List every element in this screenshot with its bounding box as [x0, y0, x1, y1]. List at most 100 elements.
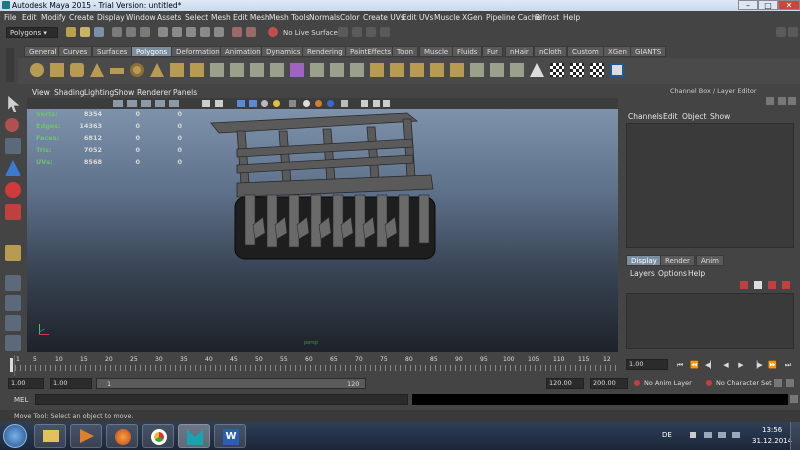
minimize-button[interactable]: –: [738, 0, 758, 10]
maya-taskbar-icon[interactable]: [178, 424, 210, 448]
smooth-shade-icon[interactable]: [155, 100, 165, 107]
ipr-render-icon[interactable]: [366, 27, 376, 37]
poly-sphere-icon[interactable]: [30, 63, 44, 77]
word-taskbar-icon[interactable]: W: [214, 424, 246, 448]
step-forward-frame-icon[interactable]: ▕▶: [752, 361, 763, 369]
play-backwards-icon[interactable]: ◀: [722, 361, 730, 369]
cb-toggle-icon[interactable]: [788, 97, 796, 105]
menu-color[interactable]: Color: [340, 13, 360, 22]
render-settings-icon[interactable]: [380, 27, 390, 37]
lasso-tool-icon[interactable]: [5, 118, 19, 132]
viewport-menu-renderer[interactable]: Renderer: [137, 88, 171, 97]
insert-edge-loop-icon[interactable]: [410, 63, 424, 77]
viewport-menu-lighting[interactable]: Lighting: [84, 88, 114, 97]
offset-edge-loop-icon[interactable]: [450, 63, 464, 77]
shelf-tab-polygons[interactable]: Polygons: [131, 46, 173, 57]
uv-layout-icon[interactable]: [570, 63, 584, 77]
command-language-label[interactable]: MEL: [14, 396, 28, 404]
go-to-start-icon[interactable]: ⏮: [676, 361, 684, 369]
cylindrical-mapping-icon[interactable]: [490, 63, 504, 77]
command-input[interactable]: [35, 394, 408, 405]
menu-create[interactable]: Create: [69, 13, 94, 22]
close-button[interactable]: ✕: [778, 0, 800, 10]
step-forward-key-icon[interactable]: ⏩: [768, 361, 777, 369]
menu-edit[interactable]: Edit: [22, 13, 37, 22]
isolate-select-icon[interactable]: [202, 100, 210, 107]
lighting-icon[interactable]: [261, 100, 268, 107]
shelf-tab-dynamics[interactable]: Dynamics: [261, 46, 306, 57]
camera-icon[interactable]: [113, 100, 123, 107]
smooth-icon[interactable]: [270, 63, 284, 77]
select-object-icon[interactable]: [126, 27, 136, 37]
show-desktop-button[interactable]: [790, 422, 800, 450]
select-by-face-icon[interactable]: [214, 27, 224, 37]
poly-cone-icon[interactable]: [90, 63, 104, 77]
poly-plane-icon[interactable]: [110, 68, 124, 74]
uv-editor-icon[interactable]: [610, 63, 624, 77]
shaded-icon[interactable]: [237, 100, 245, 107]
menu-file[interactable]: File: [4, 13, 17, 22]
firefox-taskbar-icon[interactable]: [106, 424, 138, 448]
viewport-menu-show[interactable]: Show: [114, 88, 134, 97]
live-surface-icon[interactable]: [268, 27, 278, 37]
layout-persp-outliner-icon[interactable]: [5, 315, 21, 331]
viewport-menu-shading[interactable]: Shading: [54, 88, 84, 97]
select-by-vertex-icon[interactable]: [186, 27, 196, 37]
menu-edit-uvs[interactable]: Edit UVs: [402, 13, 433, 22]
multisample-aa-icon[interactable]: [327, 100, 334, 107]
network-icon[interactable]: [704, 432, 712, 438]
layout-four-icon[interactable]: [5, 295, 21, 311]
layer-tab-anim[interactable]: Anim: [696, 255, 724, 266]
menu-create-uvs[interactable]: Create UVs: [363, 13, 405, 22]
layer-tab-display[interactable]: Display: [626, 255, 662, 266]
play-forwards-icon[interactable]: ▶: [737, 361, 745, 369]
shelf-tab-muscle[interactable]: Muscle: [419, 46, 454, 57]
chrome-taskbar-icon[interactable]: [142, 424, 174, 448]
share-icon[interactable]: [383, 100, 390, 107]
layout-persp-graph-icon[interactable]: [5, 335, 21, 351]
construction-history-icon[interactable]: [338, 27, 348, 37]
snap-grid-icon[interactable]: [232, 27, 242, 37]
menu-bifrost[interactable]: Bifrost: [535, 13, 559, 22]
cb-layout-icon[interactable]: [778, 97, 786, 105]
poly-torus-icon[interactable]: [130, 63, 144, 77]
shelf-tab-deformation[interactable]: Deformation: [171, 46, 225, 57]
render-frame-icon[interactable]: [352, 27, 362, 37]
new-layer-icon[interactable]: [740, 281, 748, 289]
append-polygon-icon[interactable]: [350, 63, 364, 77]
all-lights-icon[interactable]: [273, 100, 280, 107]
spherical-mapping-icon[interactable]: [510, 63, 524, 77]
clock-date[interactable]: 31.12.2014: [752, 437, 792, 445]
animation-start-field[interactable]: 1.00: [8, 378, 44, 389]
select-by-edge-icon[interactable]: [200, 27, 210, 37]
menu-edit-mesh[interactable]: Edit Mesh: [233, 13, 270, 22]
sidebar-toggle-icon[interactable]: [776, 27, 786, 37]
character-set-selector[interactable]: No Character Set: [716, 379, 772, 387]
scale-tool-icon[interactable]: [5, 204, 21, 220]
poly-prism-icon[interactable]: [150, 63, 164, 77]
automatic-mapping-icon[interactable]: [530, 63, 544, 77]
cb-menu-object[interactable]: Object: [682, 112, 706, 121]
uv-unfold-icon[interactable]: [590, 63, 604, 77]
tray-arrow-icon[interactable]: [690, 432, 696, 438]
menu-normals[interactable]: Normals: [309, 13, 340, 22]
move-tool-icon[interactable]: [5, 160, 21, 176]
shelf-tab-toon[interactable]: Toon: [392, 46, 419, 57]
move-up-layer-icon[interactable]: [768, 281, 776, 289]
bridge-icon[interactable]: [330, 63, 344, 77]
menu-muscle[interactable]: Muscle: [434, 13, 460, 22]
merge-icon[interactable]: [390, 63, 404, 77]
viewport-menu-view[interactable]: View: [32, 88, 50, 97]
combine-icon[interactable]: [210, 63, 224, 77]
poly-pipe-icon[interactable]: [170, 63, 184, 77]
mask-icon[interactable]: [158, 27, 168, 37]
animation-end-field[interactable]: 200.00: [590, 378, 628, 389]
shelf-tab-giants[interactable]: GIANTS: [630, 46, 667, 57]
mesh-object[interactable]: [207, 109, 447, 274]
bevel-icon[interactable]: [370, 63, 384, 77]
mode-selector[interactable]: Polygons ▾: [6, 27, 58, 38]
action-center-icon[interactable]: [732, 432, 740, 438]
rotate-tool-icon[interactable]: [5, 182, 21, 198]
maximize-button[interactable]: □: [758, 0, 778, 10]
snap-curve-icon[interactable]: [246, 27, 256, 37]
